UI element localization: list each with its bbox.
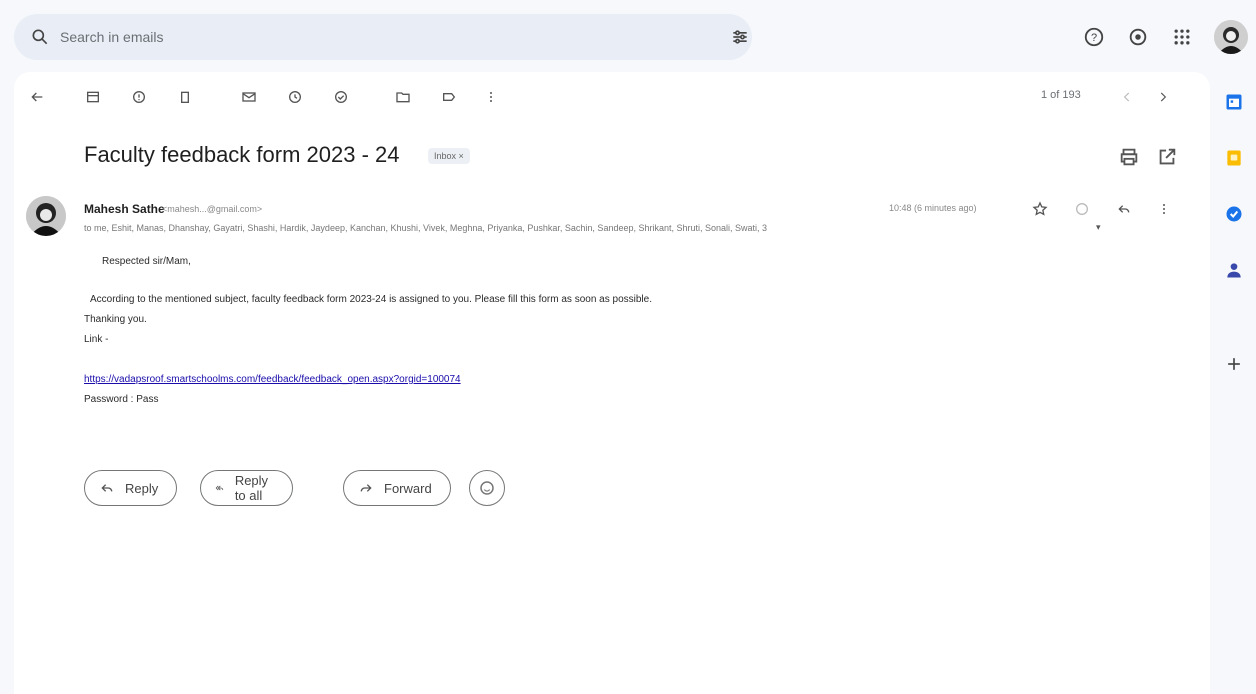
add-reaction-icon[interactable]: [1072, 199, 1092, 219]
recipients-list: to me, Eshit, Manas, Dhanshay, Gayatri, …: [84, 223, 768, 233]
older-chevron-right-icon[interactable]: [1152, 86, 1174, 108]
sender-name[interactable]: Mahesh Sathe: [84, 202, 165, 216]
body-line-1: According to the mentioned subject, facu…: [90, 294, 652, 305]
reply-all-button[interactable]: Reply to all: [200, 470, 294, 506]
snooze-icon[interactable]: [284, 86, 306, 108]
open-in-new-window-icon[interactable]: [1156, 146, 1178, 168]
reply-button[interactable]: Reply: [84, 470, 178, 506]
inbox-label-chip[interactable]: Inbox ×: [428, 148, 470, 164]
more-options-icon[interactable]: [1154, 199, 1174, 219]
email-timestamp: 10:48 (6 minutes ago): [889, 203, 977, 213]
sender-email: <mahesh...@gmail.com>: [162, 204, 263, 214]
svg-text:?: ?: [1091, 32, 1097, 44]
star-icon[interactable]: [1030, 199, 1050, 219]
emoji-icon: [480, 481, 494, 495]
mark-unread-icon[interactable]: [238, 86, 260, 108]
body-line-3: Link -: [84, 334, 109, 345]
reply-all-arrow-icon: [215, 485, 224, 491]
pagination-count: 1 of 193: [1041, 89, 1081, 101]
newer-chevron-left-icon[interactable]: [1116, 86, 1138, 108]
label-icon[interactable]: [438, 86, 460, 108]
keep-icon[interactable]: [1224, 148, 1244, 168]
search-bar[interactable]: [14, 14, 752, 60]
emoji-reaction-button[interactable]: [469, 470, 505, 506]
reply-icon[interactable]: [1114, 199, 1134, 219]
forward-label: Forward: [384, 480, 432, 496]
reply-all-label: Reply to all: [234, 473, 269, 503]
forward-arrow-icon: [360, 484, 372, 492]
search-icon[interactable]: [30, 27, 50, 47]
email-subject: Faculty feedback form 2023 - 24: [84, 142, 400, 167]
apps-grid-icon[interactable]: [1170, 25, 1194, 49]
feedback-link[interactable]: https://vadapsroof.smartschoolms.com/fee…: [84, 370, 461, 389]
reply-arrow-icon: [101, 484, 113, 492]
body-line-2: Thanking you.: [84, 314, 147, 325]
password-line: Password : Pass: [84, 394, 159, 405]
gmail-app: ?: [0, 0, 1256, 694]
forward-button[interactable]: Forward: [343, 470, 451, 506]
greeting: Respected sir/Mam,: [102, 256, 191, 267]
search-filter-icon[interactable]: [730, 27, 750, 47]
calendar-icon[interactable]: [1224, 92, 1244, 112]
help-icon[interactable]: ?: [1082, 25, 1106, 49]
side-panel: [1210, 70, 1256, 694]
tasks-icon[interactable]: [1224, 204, 1244, 224]
message-toolbar: 1 of 193: [14, 72, 1210, 122]
settings-icon[interactable]: [1126, 25, 1150, 49]
contacts-icon[interactable]: [1224, 260, 1244, 280]
account-avatar[interactable]: [1214, 20, 1248, 54]
delete-icon[interactable]: [174, 86, 196, 108]
more-vert-icon[interactable]: [480, 86, 502, 108]
message-panel: 1 of 193 Faculty feedback form 2023 - 24…: [14, 72, 1210, 694]
reply-label: Reply: [125, 480, 159, 496]
print-icon[interactable]: [1118, 146, 1140, 168]
top-bar: ?: [0, 0, 1248, 70]
move-to-icon[interactable]: [392, 86, 414, 108]
back-arrow-icon[interactable]: [26, 86, 48, 108]
report-spam-icon[interactable]: [128, 86, 150, 108]
sender-avatar[interactable]: [26, 196, 66, 236]
archive-icon[interactable]: [82, 86, 104, 108]
add-addon-icon[interactable]: [1224, 354, 1244, 374]
recipients-dropdown-icon[interactable]: ▾: [1096, 222, 1101, 233]
add-task-icon[interactable]: [330, 86, 352, 108]
search-input[interactable]: [60, 29, 660, 45]
